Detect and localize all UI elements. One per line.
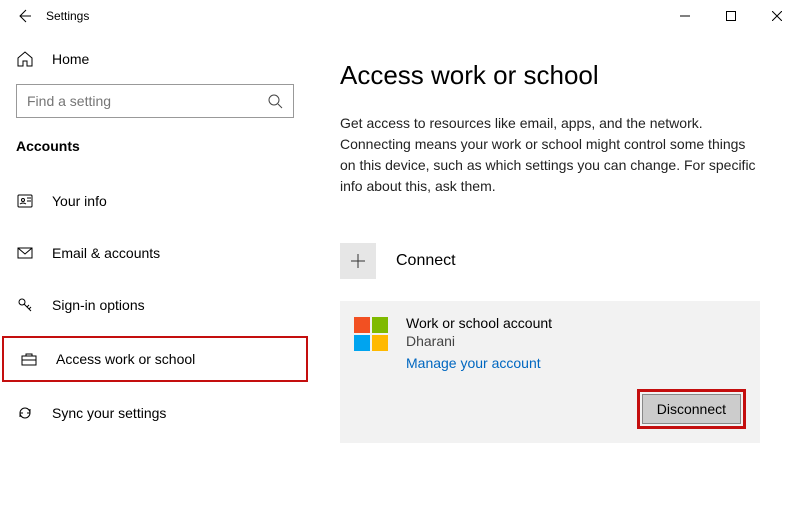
key-icon xyxy=(16,296,34,314)
page-description: Get access to resources like email, apps… xyxy=(340,113,760,197)
maximize-button[interactable] xyxy=(708,0,754,32)
sidebar-item-signin-options[interactable]: Sign-in options xyxy=(0,284,310,326)
sidebar: Home Accounts Your info xyxy=(0,32,310,522)
sidebar-item-label: Email & accounts xyxy=(52,245,160,261)
main-content: Access work or school Get access to reso… xyxy=(310,32,800,522)
search-icon xyxy=(267,93,283,109)
sidebar-item-label: Access work or school xyxy=(56,351,195,367)
sidebar-item-email-accounts[interactable]: Email & accounts xyxy=(0,232,310,274)
manage-account-link[interactable]: Manage your account xyxy=(406,355,552,371)
connect-label: Connect xyxy=(396,252,456,270)
sidebar-item-your-info[interactable]: Your info xyxy=(0,180,310,222)
titlebar: Settings xyxy=(0,0,800,32)
account-card[interactable]: Work or school account Dharani Manage yo… xyxy=(340,301,760,443)
minimize-button[interactable] xyxy=(662,0,708,32)
person-icon xyxy=(16,192,34,210)
sync-icon xyxy=(16,404,34,422)
search-input[interactable] xyxy=(16,84,294,118)
close-button[interactable] xyxy=(754,0,800,32)
home-label: Home xyxy=(52,51,89,67)
search-field[interactable] xyxy=(27,93,267,109)
sidebar-item-access-work-school[interactable]: Access work or school xyxy=(4,338,302,380)
page-title: Access work or school xyxy=(340,60,760,91)
disconnect-button[interactable]: Disconnect xyxy=(642,394,741,424)
briefcase-icon xyxy=(20,350,38,368)
section-header: Accounts xyxy=(0,138,310,170)
microsoft-logo-icon xyxy=(354,317,388,351)
sidebar-item-label: Your info xyxy=(52,193,107,209)
home-nav[interactable]: Home xyxy=(0,44,310,84)
home-icon xyxy=(16,50,34,68)
sidebar-item-label: Sign-in options xyxy=(52,297,145,313)
back-icon[interactable] xyxy=(16,8,32,24)
sidebar-item-sync-settings[interactable]: Sync your settings xyxy=(0,392,310,434)
sidebar-item-label: Sync your settings xyxy=(52,405,166,421)
connect-button[interactable]: Connect xyxy=(340,243,760,301)
account-username: Dharani xyxy=(406,333,552,349)
window-title: Settings xyxy=(46,9,89,23)
plus-icon xyxy=(340,243,376,279)
mail-icon xyxy=(16,244,34,262)
account-title: Work or school account xyxy=(406,315,552,331)
